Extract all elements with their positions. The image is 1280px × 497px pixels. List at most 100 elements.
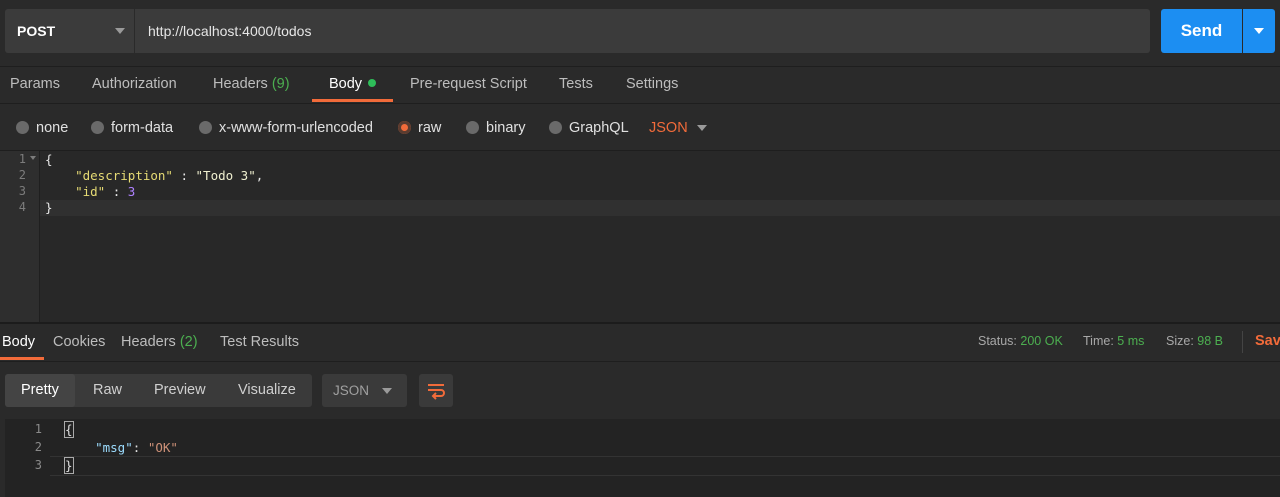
json-sep: : [172,168,196,183]
json-comma: , [255,168,264,183]
radio-raw-label[interactable]: raw [418,120,441,136]
line-number: 2 [18,168,26,182]
code-line: { [45,152,53,167]
radio-graphql[interactable] [549,121,562,134]
line-number: 2 [34,440,42,454]
format-select-label: JSON [649,120,688,136]
status-label: Status: [978,334,1017,348]
status-value: 200 OK [1020,334,1063,348]
response-tabs: Body Cookies Headers (2) Test Results St… [0,324,1280,362]
response-tab-headers-label: Headers [121,334,176,350]
radio-binary[interactable] [466,121,479,134]
format-select[interactable]: JSON [649,120,688,136]
radio-none-label[interactable]: none [36,120,68,136]
active-response-tab-indicator [0,357,44,360]
time-label: Time: [1083,334,1114,348]
chevron-down-icon [697,125,707,131]
json-string: "Todo 3" [195,168,256,183]
tab-body-label: Body [329,76,363,92]
time-value: 5 ms [1117,334,1145,348]
code-line: "description" : "Todo 3", [45,168,263,183]
url-text: http://localhost:4000/todos [148,23,312,39]
save-response-button[interactable]: Save [1255,333,1280,349]
radio-none[interactable] [16,121,29,134]
method-label: POST [17,23,56,39]
send-options-button[interactable] [1243,9,1275,53]
modified-dot-icon [368,79,377,88]
json-key: "id" [75,184,106,199]
line-number: 3 [34,458,42,472]
brace-close: } [64,457,74,474]
json-key: "msg" [95,440,133,455]
divider [1242,331,1243,353]
code-line: } [45,200,53,215]
send-button[interactable]: Send [1161,9,1242,53]
radio-raw[interactable] [398,121,411,134]
status-info: Status: 200 OK [978,334,1063,348]
current-line-highlight [40,200,1280,216]
response-headers-count: (2) [179,334,198,350]
url-input[interactable]: http://localhost:4000/todos [135,9,1150,53]
response-tab-body[interactable]: Body [2,334,35,350]
view-pretty-button[interactable]: Pretty [21,382,59,398]
radio-urlencoded[interactable] [199,121,212,134]
size-value: 98 B [1197,334,1223,348]
request-tabs: Params Authorization Headers (9) Body Pr… [0,66,1280,104]
response-tab-test-results[interactable]: Test Results [220,334,299,350]
chevron-down-icon [115,28,125,34]
tab-authorization[interactable]: Authorization [92,76,177,92]
response-tab-headers[interactable]: Headers (2) [121,334,198,350]
code-line: "msg": "OK" [65,440,178,455]
request-body-editor[interactable]: 1 2 3 4 { "description" : "Todo 3", "id"… [0,151,1280,322]
radio-urlencoded-label[interactable]: x-www-form-urlencoded [219,120,373,136]
response-format-select[interactable]: JSON [322,374,407,407]
line-number: 1 [34,422,42,436]
code-line: { [64,421,74,438]
radio-graphql-label[interactable]: GraphQL [569,120,629,136]
json-number: 3 [127,184,136,199]
tab-prerequest-script[interactable]: Pre-request Script [410,76,527,92]
tab-headers-label: Headers [213,76,268,92]
time-info: Time: 5 ms [1083,334,1144,348]
json-key: "description" [75,168,173,183]
headers-count: (9) [271,76,290,92]
wrap-lines-icon [428,384,445,400]
active-tab-indicator [312,99,393,102]
current-line-highlight [50,456,1280,476]
view-preview-button[interactable]: Preview [154,382,206,398]
tab-params[interactable]: Params [10,76,60,92]
size-info: Size: 98 B [1166,334,1223,348]
chevron-down-icon [382,388,392,394]
response-body-viewer[interactable]: 1 2 3 { "msg": "OK" } [5,419,1280,497]
response-format-label: JSON [333,383,370,398]
size-label: Size: [1166,334,1194,348]
view-visualize-button[interactable]: Visualize [238,382,296,398]
method-select[interactable]: POST [5,9,134,53]
line-number: 4 [18,200,26,214]
body-type-options: none form-data x-www-form-urlencoded raw… [0,104,1280,151]
chevron-down-icon [1254,28,1264,34]
line-gutter: 1 2 3 4 [0,151,40,322]
wrap-lines-button[interactable] [419,374,453,407]
json-sep: : [105,184,128,199]
brace-open: { [45,152,53,167]
brace-close: } [45,200,53,215]
code-line: } [64,457,74,474]
json-string: "OK" [147,440,178,455]
line-number: 3 [18,184,26,198]
tab-headers[interactable]: Headers (9) [213,76,290,92]
response-tab-cookies[interactable]: Cookies [53,334,105,350]
line-number: 1 [18,152,26,166]
tab-settings[interactable]: Settings [626,76,678,92]
code-line: "id" : 3 [45,184,135,199]
json-sep: : [132,440,148,455]
radio-form-data-label[interactable]: form-data [111,120,173,136]
radio-binary-label[interactable]: binary [486,120,526,136]
brace-open: { [64,421,74,438]
radio-form-data[interactable] [91,121,104,134]
request-bar: POST http://localhost:4000/todos Send [0,0,1280,67]
tab-body[interactable]: Body [329,76,377,92]
tab-tests[interactable]: Tests [559,76,593,92]
fold-arrow-icon[interactable] [30,156,36,160]
view-raw-button[interactable]: Raw [93,382,122,398]
